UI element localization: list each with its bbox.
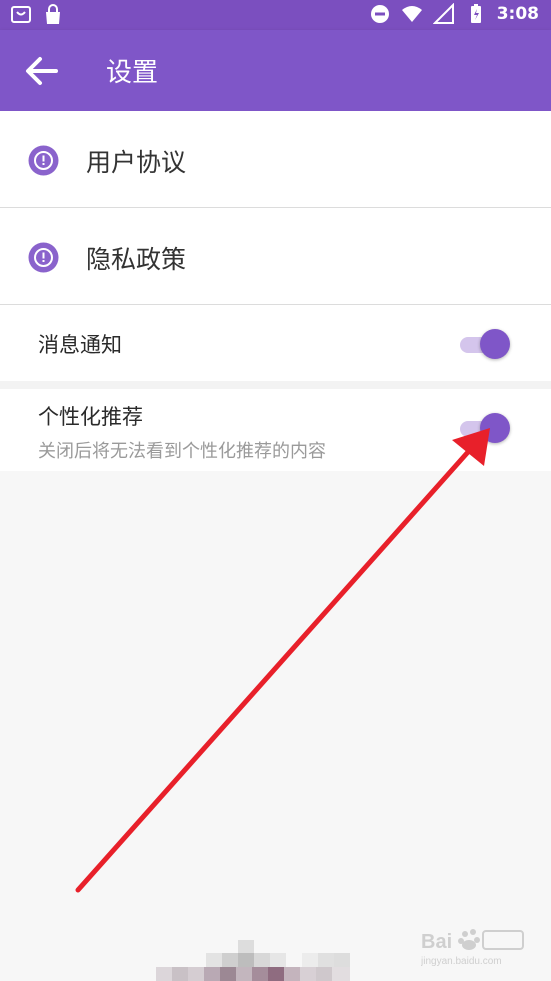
message-notification-label: 消息通知 xyxy=(38,333,122,357)
cell-signal-icon xyxy=(432,3,454,24)
status-time: 3:08 xyxy=(496,4,539,24)
message-notification-row: 消息通知 xyxy=(0,305,551,381)
settings-list: 用户协议 隐私政策 消息通知 个性化推荐 关闭后将无法看到个性化推荐的内容 xyxy=(0,111,551,471)
switch-thumb xyxy=(480,329,510,359)
page-title: 设置 xyxy=(106,58,159,88)
wifi-icon xyxy=(401,6,422,22)
privacy-policy-item[interactable]: 隐私政策 xyxy=(0,208,551,305)
svg-text:jingyan.baidu.com: jingyan.baidu.com xyxy=(421,956,502,967)
message-notification-switch[interactable] xyxy=(458,328,510,360)
app-bar: 设置 xyxy=(0,30,551,111)
user-agreement-label: 用户协议 xyxy=(86,148,187,177)
tv-notification-icon xyxy=(11,6,31,23)
status-bar: 3:08 xyxy=(0,0,551,30)
personalized-recommendation-label: 个性化推荐 xyxy=(38,405,143,429)
baidu-jingyan-watermark-logo: Bai jingyan.baidu.com xyxy=(421,929,524,967)
switch-thumb xyxy=(480,413,510,443)
back-arrow-icon[interactable] xyxy=(20,50,62,92)
do-not-disturb-icon xyxy=(370,5,389,23)
privacy-policy-label: 隐私政策 xyxy=(86,245,187,274)
personalized-recommendation-row: 个性化推荐 关闭后将无法看到个性化推荐的内容 xyxy=(0,389,551,471)
section-divider xyxy=(0,381,551,389)
personalized-recommendation-subtitle: 关闭后将无法看到个性化推荐的内容 xyxy=(38,441,326,462)
pixelated-mosaic xyxy=(156,940,350,981)
personalized-recommendation-switch[interactable] xyxy=(458,412,510,444)
svg-text:Bai: Bai xyxy=(421,931,452,953)
battery-charging-icon xyxy=(470,4,481,23)
shopping-bag-icon xyxy=(46,4,60,24)
info-circle-icon xyxy=(28,242,59,273)
info-circle-icon xyxy=(28,145,59,176)
user-agreement-item[interactable]: 用户协议 xyxy=(0,111,551,208)
